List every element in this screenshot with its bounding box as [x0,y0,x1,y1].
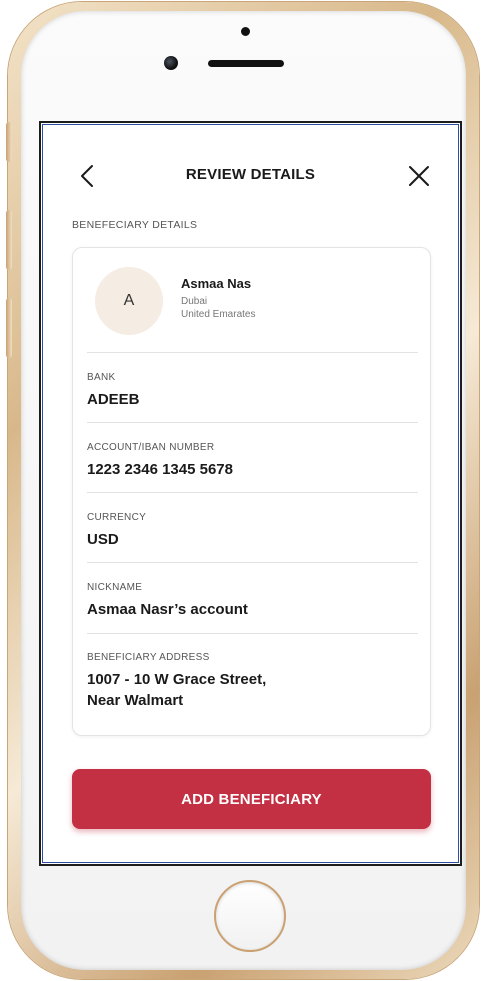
field-bank: BANK ADEEB [87,372,418,410]
divider [87,492,418,493]
divider [87,633,418,634]
field-label: NICKNAME [87,582,143,593]
page-title: REVIEW DETAILS [185,166,316,183]
earpiece-speaker [208,60,284,67]
header-bar: REVIEW DETAILS [41,161,460,191]
field-value: Asmaa Nasr’s account [87,601,248,618]
field-value: USD [87,531,119,548]
section-label: BENEFECIARY DETAILS [72,219,198,231]
field-label: BANK [87,372,116,383]
divider [87,562,418,563]
beneficiary-city: Dubai [181,296,208,307]
mute-switch [6,122,12,162]
divider [87,422,418,423]
field-value: ADEEB [87,391,140,408]
field-address: BENEFICIARY ADDRESS 1007 - 10 W Grace St… [87,652,418,711]
avatar: A [95,267,163,335]
volume-down-button [6,298,12,358]
proximity-sensor [241,27,250,36]
close-button[interactable] [407,164,431,188]
field-value: 1007 - 10 W Grace Street, [87,671,267,688]
home-button[interactable] [214,880,286,952]
field-label: CURRENCY [87,512,147,523]
field-value: Near Walmart [87,692,184,709]
field-nickname: NICKNAME Asmaa Nasr’s account [87,582,418,620]
field-value: 1223 2346 1345 5678 [87,461,233,478]
beneficiary-profile: A Asmaa Nas Dubai United Emarates [73,248,430,352]
beneficiary-country: United Emarates [181,309,256,320]
divider [87,352,418,353]
field-label: ACCOUNT/IBAN NUMBER [87,442,215,453]
close-icon [409,166,429,186]
beneficiary-name: Asmaa Nas [181,276,252,291]
volume-up-button [6,210,12,270]
field-label: BENEFICIARY ADDRESS [87,652,210,663]
app-screen: REVIEW DETAILS BENEFECIARY DETAILS A Asm… [39,121,462,866]
field-account: ACCOUNT/IBAN NUMBER 1223 2346 1345 5678 [87,442,418,480]
add-beneficiary-button[interactable]: ADD BENEFICIARY [72,769,431,829]
front-camera [164,56,178,70]
field-currency: CURRENCY USD [87,512,418,550]
beneficiary-card: A Asmaa Nas Dubai United Emarates BANK A… [72,247,431,736]
